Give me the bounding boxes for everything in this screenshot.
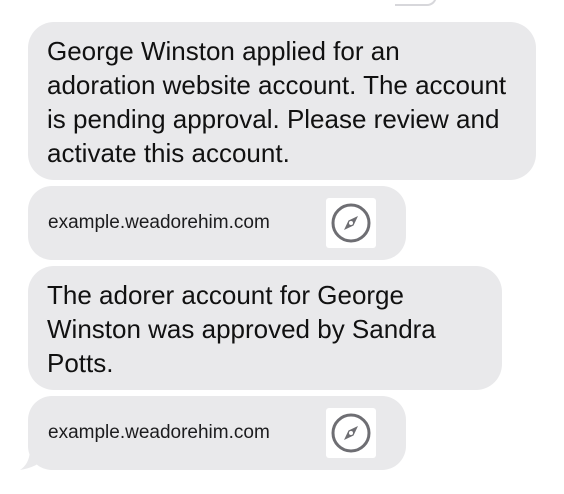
message-text: George Winston applied for an adoration … bbox=[47, 36, 507, 168]
message-text: The adorer account for George Winston wa… bbox=[47, 280, 436, 378]
link-preview-1[interactable]: example.weadorehim.com bbox=[28, 186, 406, 260]
previous-bubble-edge bbox=[395, 0, 437, 6]
link-preview-2[interactable]: example.weadorehim.com bbox=[28, 396, 406, 470]
link-url: example.weadorehim.com bbox=[48, 422, 270, 443]
link-url: example.weadorehim.com bbox=[48, 212, 270, 233]
bubble-tail bbox=[20, 448, 44, 470]
message-bubble-2[interactable]: The adorer account for George Winston wa… bbox=[28, 266, 502, 390]
compass-icon bbox=[326, 198, 376, 248]
compass-icon bbox=[326, 408, 376, 458]
message-bubble-1[interactable]: George Winston applied for an adoration … bbox=[28, 22, 536, 180]
